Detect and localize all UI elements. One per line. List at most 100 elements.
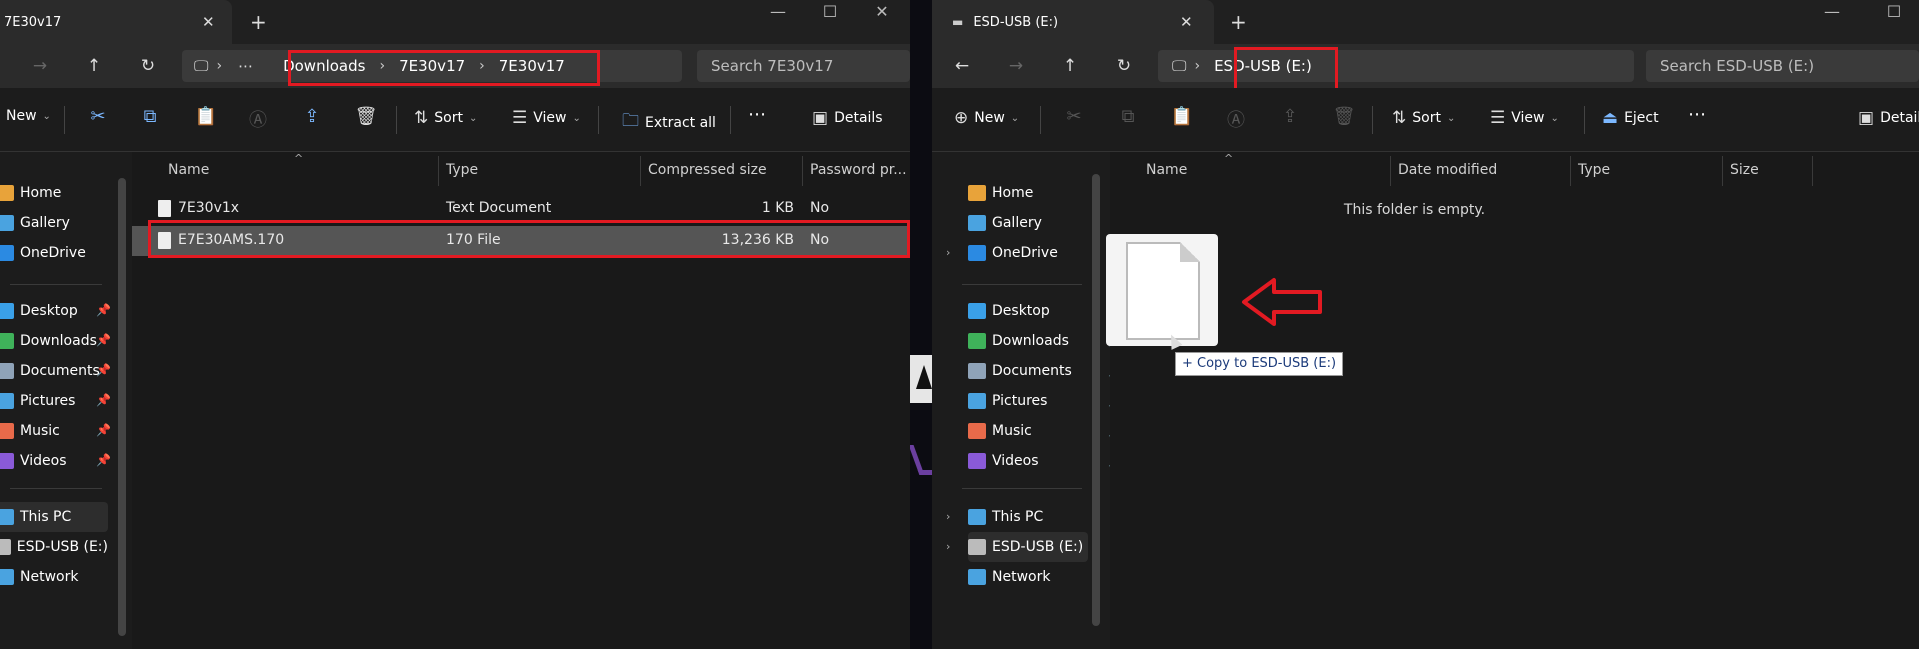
breadcrumb-esd-usb[interactable]: ESD-USB (E:) xyxy=(1208,57,1318,75)
column-type[interactable]: Type xyxy=(446,162,478,178)
share-icon[interactable]: ⇪ xyxy=(298,106,326,127)
new-tab-icon[interactable]: + xyxy=(250,10,267,34)
sidebar-item-downloads[interactable]: Downloads📌 xyxy=(968,326,1123,356)
forward-icon[interactable]: → xyxy=(26,54,54,78)
copy-icon[interactable]: ⧉ xyxy=(136,106,164,127)
expand-chevron-icon[interactable]: › xyxy=(946,540,950,553)
breadcrumb-downloads[interactable]: Downloads xyxy=(277,57,371,75)
close-window-icon[interactable]: ✕ xyxy=(862,2,902,21)
divider xyxy=(1372,106,1373,134)
sidebar-item-documents[interactable]: Documents📌 xyxy=(0,356,111,386)
paste-icon[interactable]: 📋 xyxy=(192,106,220,127)
sidebar-item-documents[interactable]: Documents📌 xyxy=(968,356,1123,386)
delete-icon[interactable]: 🗑 xyxy=(352,106,380,127)
sidebar-item-network[interactable]: Network xyxy=(0,562,108,592)
pin-icon[interactable]: 📌 xyxy=(96,333,111,347)
file-size: 13,236 KB xyxy=(721,232,794,248)
sidebar-item-music[interactable]: Music📌 xyxy=(968,416,1123,446)
sidebar-item-this-pc[interactable]: This PC xyxy=(968,502,1088,532)
column-name[interactable]: Name xyxy=(1146,162,1187,178)
column-size[interactable]: Size xyxy=(1730,162,1759,178)
up-icon[interactable]: ↑ xyxy=(1056,54,1084,78)
sidebar-item-pictures[interactable]: Pictures📌 xyxy=(0,386,111,416)
table-row[interactable]: 7E30v1x Text Document 1 KB No xyxy=(132,194,910,224)
new-button[interactable]: New ⌄ xyxy=(6,108,51,124)
maximize-icon[interactable]: ☐ xyxy=(810,2,850,21)
minimize-icon[interactable]: — xyxy=(758,2,798,21)
sidebar-scrollbar[interactable] xyxy=(118,178,126,636)
close-tab-icon[interactable]: ✕ xyxy=(1180,13,1193,31)
details-button[interactable]: ▣ Details xyxy=(812,108,883,128)
search-input[interactable]: Search 7E30v17 xyxy=(697,50,910,82)
sidebar-item-videos[interactable]: Videos📌 xyxy=(968,446,1123,476)
sidebar-item-pictures[interactable]: Pictures📌 xyxy=(968,386,1123,416)
documents-icon xyxy=(968,363,986,379)
more-options-icon[interactable]: ⋯ xyxy=(1688,104,1706,125)
more-icon[interactable]: ⋯ xyxy=(230,57,261,75)
sidebar-item-esd-usb-e[interactable]: ESD-USB (E:) xyxy=(0,532,108,562)
maximize-icon[interactable]: ☐ xyxy=(1874,2,1914,21)
sidebar-item-network[interactable]: Network xyxy=(968,562,1088,592)
view-button[interactable]: ☰ View ⌄ xyxy=(512,108,581,128)
paste-icon[interactable]: 📋 xyxy=(1168,106,1196,127)
share-icon[interactable]: ⇪ xyxy=(1276,106,1304,127)
sidebar-item-this-pc[interactable]: This PC xyxy=(0,502,108,532)
sidebar-item-home[interactable]: Home xyxy=(0,178,108,208)
view-button[interactable]: ☰ View ⌄ xyxy=(1490,108,1559,128)
sidebar-item-label: Music xyxy=(992,423,1032,439)
column-type[interactable]: Type xyxy=(1578,162,1610,178)
rename-icon[interactable]: Ⓐ xyxy=(244,106,272,132)
pin-icon[interactable]: 📌 xyxy=(96,423,111,437)
back-icon[interactable]: ← xyxy=(948,54,976,78)
extract-all-button[interactable]: 🗀 Extract all xyxy=(622,108,716,137)
sidebar-item-onedrive[interactable]: OneDrive xyxy=(968,238,1088,268)
cut-icon[interactable]: ✂ xyxy=(84,106,112,127)
refresh-icon[interactable]: ↻ xyxy=(1110,54,1138,78)
tab-7e30v17[interactable]: 7E30v17 ✕ xyxy=(0,0,232,44)
expand-chevron-icon[interactable]: › xyxy=(946,246,950,259)
up-icon[interactable]: ↑ xyxy=(80,54,108,78)
breadcrumb-7e30v17[interactable]: 7E30v17 xyxy=(393,57,471,75)
sidebar-item-downloads[interactable]: Downloads📌 xyxy=(0,326,111,356)
search-input[interactable]: Search ESD-USB (E:) xyxy=(1646,50,1919,82)
details-button[interactable]: ▣ Details xyxy=(1858,108,1919,128)
column-password[interactable]: Password pr... xyxy=(810,162,907,178)
sidebar-item-onedrive[interactable]: OneDrive xyxy=(0,238,108,268)
sidebar-scrollbar[interactable] xyxy=(1092,174,1100,626)
more-options-icon[interactable]: ⋯ xyxy=(748,104,766,125)
rename-icon[interactable]: Ⓐ xyxy=(1222,106,1250,132)
copy-icon[interactable]: ⧉ xyxy=(1114,106,1142,127)
expand-chevron-icon[interactable]: › xyxy=(946,510,950,523)
sidebar-item-videos[interactable]: Videos📌 xyxy=(0,446,111,476)
divider xyxy=(598,106,599,134)
breadcrumb-7e30v17-current[interactable]: 7E30v17 xyxy=(493,57,571,75)
minimize-icon[interactable]: — xyxy=(1812,2,1852,21)
table-row-selected[interactable]: E7E30AMS.170 170 File 13,236 KB No xyxy=(132,226,910,256)
address-field[interactable]: 🖵 › ESD-USB (E:) xyxy=(1158,50,1634,82)
sidebar-item-music[interactable]: Music📌 xyxy=(0,416,111,446)
pin-icon[interactable]: 📌 xyxy=(96,303,111,317)
sidebar-item-desktop[interactable]: Desktop📌 xyxy=(968,296,1123,326)
pin-icon[interactable]: 📌 xyxy=(96,453,111,467)
delete-icon[interactable]: 🗑 xyxy=(1330,106,1358,127)
column-compressed-size[interactable]: Compressed size xyxy=(648,162,767,178)
sidebar-item-esd-usb-e[interactable]: ESD-USB (E:) xyxy=(968,532,1088,562)
column-date-modified[interactable]: Date modified xyxy=(1398,162,1497,178)
cut-icon[interactable]: ✂ xyxy=(1060,106,1088,127)
sort-button[interactable]: ⇅ Sort ⌄ xyxy=(1392,108,1455,128)
sidebar-item-gallery[interactable]: Gallery xyxy=(0,208,108,238)
column-name[interactable]: Name xyxy=(168,162,209,178)
new-tab-icon[interactable]: + xyxy=(1230,10,1247,34)
close-tab-icon[interactable]: ✕ xyxy=(202,13,215,31)
refresh-icon[interactable]: ↻ xyxy=(134,54,162,78)
pin-icon[interactable]: 📌 xyxy=(96,393,111,407)
address-field[interactable]: 🖵 › ⋯ Downloads › 7E30v17 › 7E30v17 xyxy=(182,50,682,82)
new-button[interactable]: ⊕ New ⌄ xyxy=(954,108,1019,128)
document-icon xyxy=(1126,242,1200,340)
forward-icon[interactable]: → xyxy=(1002,54,1030,78)
pin-icon[interactable]: 📌 xyxy=(96,363,111,377)
sort-button[interactable]: ⇅ Sort ⌄ xyxy=(414,108,477,128)
eject-button[interactable]: ⏏ Eject xyxy=(1602,108,1659,128)
tab-esd-usb[interactable]: ▬ ESD-USB (E:) ✕ xyxy=(932,0,1214,44)
sidebar-item-desktop[interactable]: Desktop📌 xyxy=(0,296,111,326)
